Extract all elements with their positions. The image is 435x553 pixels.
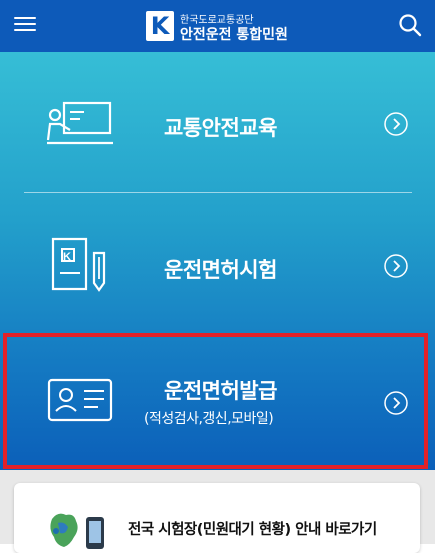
svg-text:K: K [63,251,71,263]
app-header: K 한국도로교통공단 안전운전 통합민원 [0,0,435,52]
menu-item-traffic-safety-education[interactable]: 교통안전교육 [0,52,435,192]
bottom-banner-area: 전국 시험장(민원대기 현황) 안내 바로가기 [0,470,435,553]
lecture-board-icon [46,101,113,145]
korea-map-phone-icon [50,513,104,549]
search-icon[interactable] [397,12,423,38]
chevron-right-icon[interactable] [384,112,408,136]
menu-item-driver-license-exam[interactable]: K 운전면허시험 [0,193,435,333]
hamburger-menu-icon[interactable] [14,13,36,37]
chevron-right-icon[interactable] [384,254,408,278]
nationwide-test-center-label: 전국 시험장(민원대기 현황) 안내 바로가기 [128,522,377,538]
service-name: 안전운전 통합민원 [180,27,288,43]
logo-mark: K [146,11,174,41]
logo[interactable]: K 한국도로교통공단 안전운전 통합민원 [146,11,306,43]
menu-label-driver-license-exam: 운전면허시험 [164,258,277,282]
menu-label-traffic-safety-education: 교통안전교육 [164,116,277,140]
highlight-box [3,333,428,469]
exam-document-pencil-icon: K [51,237,106,292]
nationwide-test-center-banner[interactable]: 전국 시험장(민원대기 현황) 안내 바로가기 [14,483,420,553]
